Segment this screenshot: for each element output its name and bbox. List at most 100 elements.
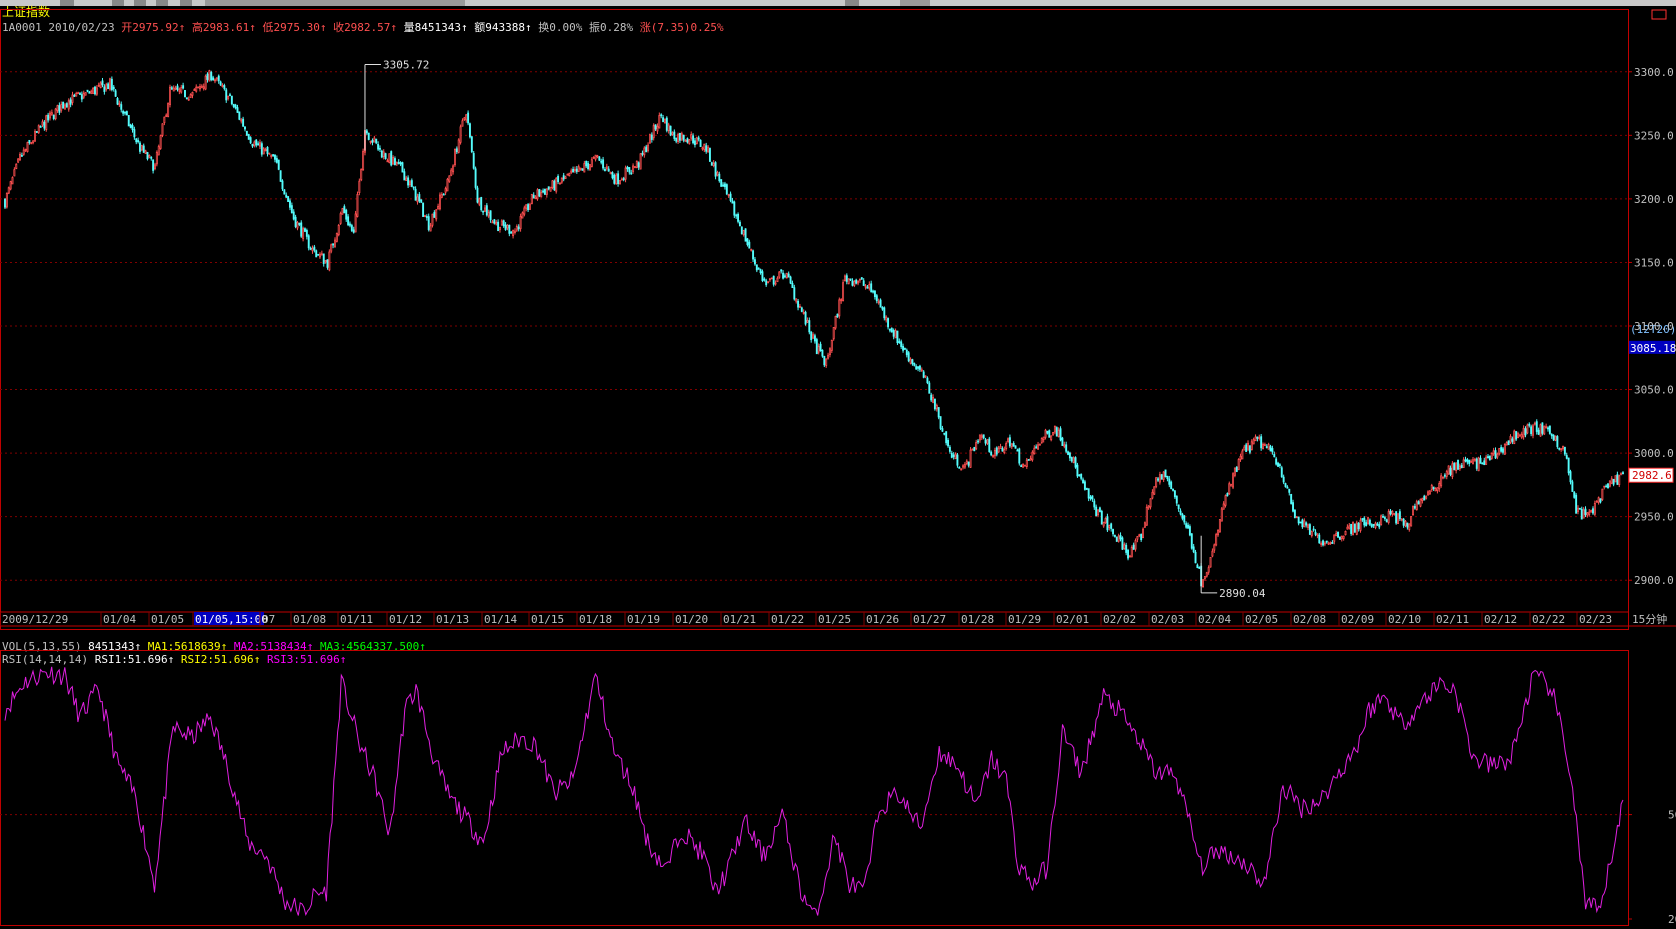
candle [193, 88, 196, 91]
candle-body [1318, 534, 1321, 544]
candle-body [412, 186, 415, 189]
candle [84, 92, 87, 96]
candle [365, 128, 368, 135]
candle [1500, 444, 1503, 453]
candle [1192, 543, 1195, 554]
candle [56, 104, 59, 113]
candle-body [30, 142, 33, 145]
x-tick-label: 02/22 [1532, 613, 1565, 626]
candle-body [1265, 446, 1268, 449]
candle [1016, 448, 1019, 452]
candle [1217, 529, 1219, 537]
candle [1220, 506, 1223, 522]
candle-body [454, 148, 456, 166]
candle [508, 224, 511, 237]
candle-body [939, 416, 942, 429]
candle-body [928, 382, 931, 394]
candle-body [870, 283, 873, 293]
candle-body [1140, 533, 1143, 541]
candle-body [1185, 523, 1188, 528]
candle-body [28, 139, 31, 143]
candle [883, 306, 886, 321]
candle-body [184, 90, 186, 98]
candle-body [1338, 536, 1341, 540]
candle [905, 348, 908, 358]
candle-body [320, 253, 323, 256]
candle [866, 284, 869, 289]
candle [150, 156, 153, 161]
candle [720, 179, 723, 187]
price-chart[interactable]: 3305.722890.042982.6(12T20)3085.18 2900.… [0, 6, 1676, 640]
candle [1173, 490, 1176, 499]
candle-body [390, 151, 393, 166]
candle [86, 89, 89, 93]
candle-body [628, 167, 631, 173]
candle [448, 175, 451, 183]
candle-body [289, 200, 291, 208]
rsi-chart[interactable]: 2050 [0, 650, 1676, 929]
cursor-price-label: 3085.18 [1630, 342, 1676, 355]
candle-body [39, 126, 42, 128]
candle [718, 171, 721, 183]
candle-body [1222, 503, 1225, 510]
candle [178, 87, 181, 95]
candle [568, 172, 571, 177]
candle [315, 249, 318, 258]
candle [58, 102, 61, 115]
candle-body [950, 453, 953, 458]
candle [892, 328, 895, 340]
rsi-y-tick-label: 20 [1668, 913, 1676, 926]
candle [813, 333, 816, 344]
candle [334, 237, 336, 248]
candle [1250, 439, 1253, 451]
candle [395, 161, 398, 167]
x-tick-label: 01/11 [340, 613, 373, 626]
candle [564, 175, 567, 179]
candle-body [592, 156, 595, 159]
candle-body [677, 134, 680, 142]
candle [1243, 444, 1246, 451]
candle [43, 120, 46, 131]
candle-body [225, 89, 228, 101]
candle-body [1380, 515, 1383, 525]
candle [125, 110, 128, 116]
date-x-axis[interactable]: 2009/12/29 01/04 01/05 01/05,15:0007 01/08 01… [0, 612, 1676, 627]
candle [1547, 426, 1549, 432]
candle [497, 219, 500, 232]
candle [635, 160, 638, 169]
candle-body [1327, 542, 1330, 545]
candle [1224, 494, 1227, 508]
candle-body [446, 178, 449, 192]
candle [759, 268, 762, 275]
candlestick-series[interactable] [4, 69, 1624, 588]
candle-body [170, 87, 173, 90]
candle-body [1310, 531, 1313, 537]
candle-body [319, 253, 321, 258]
candle [1082, 477, 1085, 484]
candle-body [71, 94, 74, 103]
candle [1147, 505, 1150, 510]
candle [1515, 430, 1518, 441]
candle-body [345, 209, 348, 220]
candle-body [110, 78, 113, 91]
candle [1550, 433, 1553, 439]
candle [1211, 548, 1214, 558]
candle [169, 84, 171, 108]
candle [1397, 513, 1399, 525]
candle-body [234, 104, 237, 109]
candle-body [750, 248, 753, 251]
candle [251, 143, 254, 148]
candle-body [787, 273, 790, 278]
candle [319, 252, 321, 259]
candle [328, 249, 331, 272]
candle-body [1226, 493, 1229, 497]
candle [641, 150, 644, 157]
candle [877, 298, 880, 305]
candle [450, 167, 453, 177]
candle-body [1046, 430, 1049, 434]
candle [424, 214, 426, 218]
x-tick-label: 01/22 [771, 613, 804, 626]
candle-body [309, 247, 312, 250]
candle-body [401, 162, 404, 173]
candle-body [118, 103, 121, 106]
